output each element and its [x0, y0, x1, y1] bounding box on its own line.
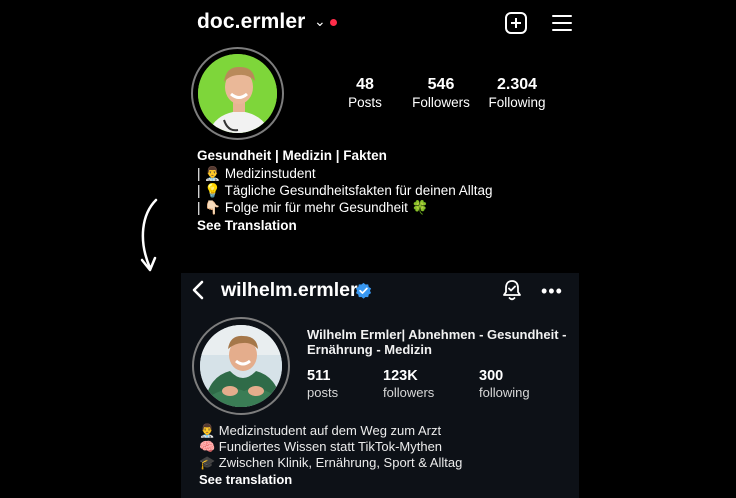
avatar[interactable] [191, 47, 284, 140]
following-count[interactable]: 300 following [479, 368, 530, 400]
bio-line: | 💡 Tägliche Gesundheitsfakten für deine… [197, 183, 493, 198]
following-value: 2.304 [496, 76, 538, 93]
followers-label: Followers [412, 95, 470, 110]
bio-line: 🎓 Zwischen Klinik, Ernährung, Sport & Al… [199, 455, 463, 470]
bio-line: 👨‍⚕️ Medizinstudent auf dem Weg zum Arzt [199, 423, 442, 438]
posts-value: 511 [307, 368, 331, 384]
posts-label: posts [307, 385, 339, 400]
following-label: following [479, 385, 530, 400]
see-translation-link[interactable]: See translation [199, 472, 292, 488]
followers-count[interactable]: 546 Followers [408, 76, 474, 110]
bio-line: | 👇🏻 Folge mir für mehr Gesundheit 🍀 [197, 200, 429, 215]
followers-label: followers [383, 385, 435, 400]
followers-value: 546 [427, 76, 455, 93]
following-count[interactable]: 2.304 Following [484, 76, 550, 110]
verified-badge-icon [355, 282, 372, 299]
bell-icon[interactable] [500, 278, 524, 302]
curved-arrow-icon [140, 198, 158, 272]
following-value: 300 [479, 368, 504, 384]
followers-count[interactable]: 123K followers [383, 368, 434, 400]
create-post-button[interactable] [505, 12, 527, 34]
followers-value: 123K [383, 368, 418, 384]
posts-count[interactable]: 48 Posts [340, 76, 390, 110]
bio-line: 🧠 Fundiertes Wissen statt TikTok-Mythen [199, 439, 443, 454]
notification-dot [330, 19, 337, 26]
profile-name-continued: Ernährung - Medizin [307, 342, 432, 357]
bio-line: | 👨‍⚕️ Medizinstudent [197, 166, 316, 181]
profile-username: wilhelm.ermler [221, 279, 358, 301]
bio-title: Gesundheit | Medizin | Fakten [197, 148, 387, 163]
top-username[interactable]: doc.ermler [197, 10, 305, 34]
posts-label: Posts [348, 95, 382, 110]
profile-photo [198, 54, 277, 133]
more-options-icon[interactable]: ••• [541, 282, 563, 300]
back-arrow-icon[interactable] [190, 280, 206, 300]
following-label: Following [488, 95, 546, 110]
profile-photo [200, 325, 282, 407]
see-translation-link[interactable]: See Translation [197, 217, 297, 234]
avatar[interactable] [192, 317, 290, 415]
menu-icon[interactable] [552, 14, 572, 32]
chevron-down-icon[interactable]: ⌄ [314, 13, 326, 30]
posts-count[interactable]: 511 posts [307, 368, 338, 400]
posts-value: 48 [356, 76, 374, 93]
profile-name: Wilhelm Ermler| Abnehmen - Gesundheit - [307, 327, 567, 342]
